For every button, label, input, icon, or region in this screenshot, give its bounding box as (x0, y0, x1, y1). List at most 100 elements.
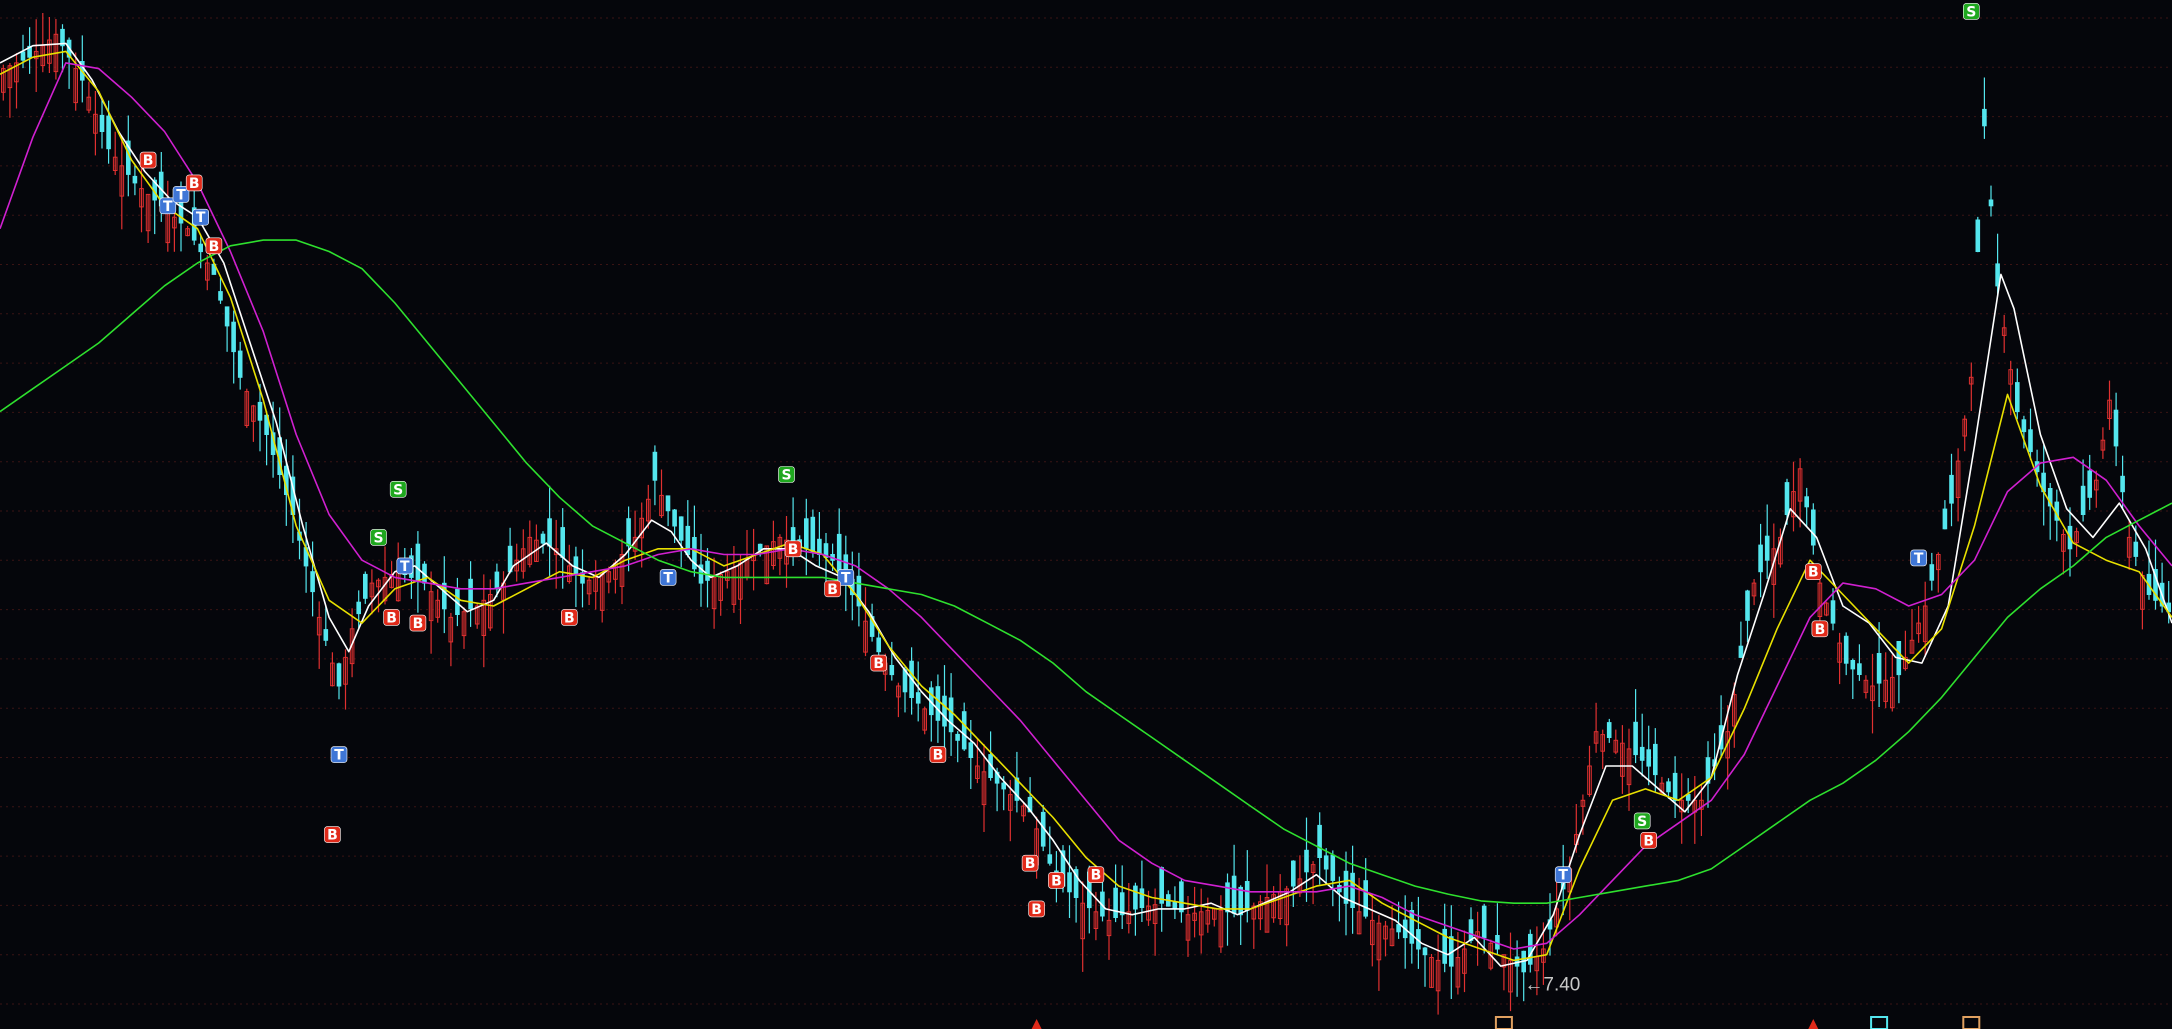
candle (771, 520, 776, 570)
candle (2074, 527, 2079, 557)
candle (86, 81, 92, 114)
candle-body (705, 560, 710, 581)
signal-marker-S: S (1633, 812, 1651, 830)
candle (468, 561, 473, 627)
candle (2140, 571, 2145, 630)
candle-body (1244, 881, 1250, 911)
candle-body (1323, 855, 1329, 870)
candle-body (1172, 901, 1178, 910)
candle-body (1876, 653, 1882, 684)
chart-canvas: BTTBTBTBSSTB B BTSBTBBBBB BBTSBBBTS ←7.40 (0, 3, 2172, 1029)
signal-marker-letter: T (176, 187, 186, 203)
candle (152, 177, 157, 235)
candle (336, 662, 342, 700)
candle (1238, 885, 1244, 945)
candle (1192, 886, 1197, 938)
signal-marker-letter: B (327, 828, 338, 844)
candle (1968, 362, 1974, 411)
signal-marker-letter: B (788, 542, 799, 558)
candle (2067, 507, 2073, 577)
candle (1962, 415, 1968, 452)
candle (593, 560, 598, 610)
signal-marker-letter: B (1808, 565, 1819, 581)
signal-marker-letter: T (400, 559, 410, 575)
candle-body (1363, 880, 1369, 917)
candle (1258, 895, 1263, 931)
candle (369, 569, 375, 615)
candle (1350, 845, 1355, 934)
candle (1291, 860, 1296, 907)
candle (1811, 503, 1816, 555)
signal-marker-letter: S (781, 468, 791, 484)
candle-body (1639, 746, 1645, 761)
candle-body (573, 556, 579, 576)
candle (1824, 601, 1829, 617)
ma-line-ma20 (0, 62, 2172, 950)
candle-body (1685, 794, 1691, 801)
candle-body (560, 527, 566, 558)
candle-body (665, 495, 671, 512)
candle (1047, 826, 1053, 866)
candle (1113, 864, 1118, 923)
candle-body (1422, 947, 1428, 956)
signal-marker-T: T (192, 208, 209, 226)
candle (1903, 630, 1908, 671)
bottom-arrow-marker (1031, 1019, 1042, 1029)
candle (1633, 689, 1638, 764)
candle-body (1672, 772, 1678, 801)
candle-body (1850, 660, 1856, 670)
min-price-label: ←7.40 (1524, 974, 1580, 995)
candle-body (1975, 219, 1981, 252)
candle (1771, 523, 1777, 618)
candle-body (237, 350, 243, 378)
candle (1929, 552, 1935, 591)
candle-body (2080, 485, 2086, 515)
candle (896, 682, 901, 718)
signal-marker-B: B (139, 151, 157, 169)
signal-marker-B: B (324, 826, 341, 844)
candle (1653, 728, 1658, 793)
candle (1416, 896, 1421, 969)
candle-body (935, 686, 941, 721)
candle (461, 607, 467, 649)
signal-marker-B: B (929, 746, 947, 764)
signal-marker-T: T (1554, 866, 1572, 884)
signal-marker-letter: B (1643, 833, 1654, 849)
signal-marker-letter: T (1558, 868, 1568, 884)
candle (988, 731, 993, 781)
candle-body (468, 578, 473, 610)
candle-body (1119, 892, 1125, 916)
candle (1639, 713, 1645, 777)
candle (2047, 483, 2053, 540)
candle (1620, 725, 1625, 794)
signal-marker-letter: B (873, 656, 884, 672)
signal-marker-B: B (1811, 620, 1829, 638)
candle (1909, 609, 1915, 654)
candle (1705, 741, 1711, 808)
candle-body (1139, 888, 1145, 909)
signal-marker-letter: S (1637, 814, 1647, 830)
candle (1738, 621, 1744, 658)
candle (1231, 844, 1237, 918)
candle (863, 587, 868, 657)
candle-body (1758, 544, 1763, 573)
signal-marker-T: T (1910, 549, 1927, 567)
signal-marker-B: B (824, 580, 841, 598)
candle (185, 225, 190, 237)
candle-body (1001, 782, 1007, 790)
signal-marker-letter: B (1025, 856, 1036, 872)
candle (2146, 540, 2152, 600)
candle (1166, 890, 1171, 907)
candle (14, 53, 19, 109)
candle-body (1113, 887, 1118, 919)
candle (290, 455, 296, 543)
candle-body (1653, 743, 1658, 776)
candle-body (1982, 108, 1987, 127)
candle (2041, 445, 2046, 526)
candle (1988, 185, 1994, 217)
candle-body (804, 518, 809, 550)
candle (1975, 216, 1981, 253)
candle-body (678, 516, 684, 541)
candle (1613, 729, 1619, 755)
candle (1606, 718, 1612, 743)
